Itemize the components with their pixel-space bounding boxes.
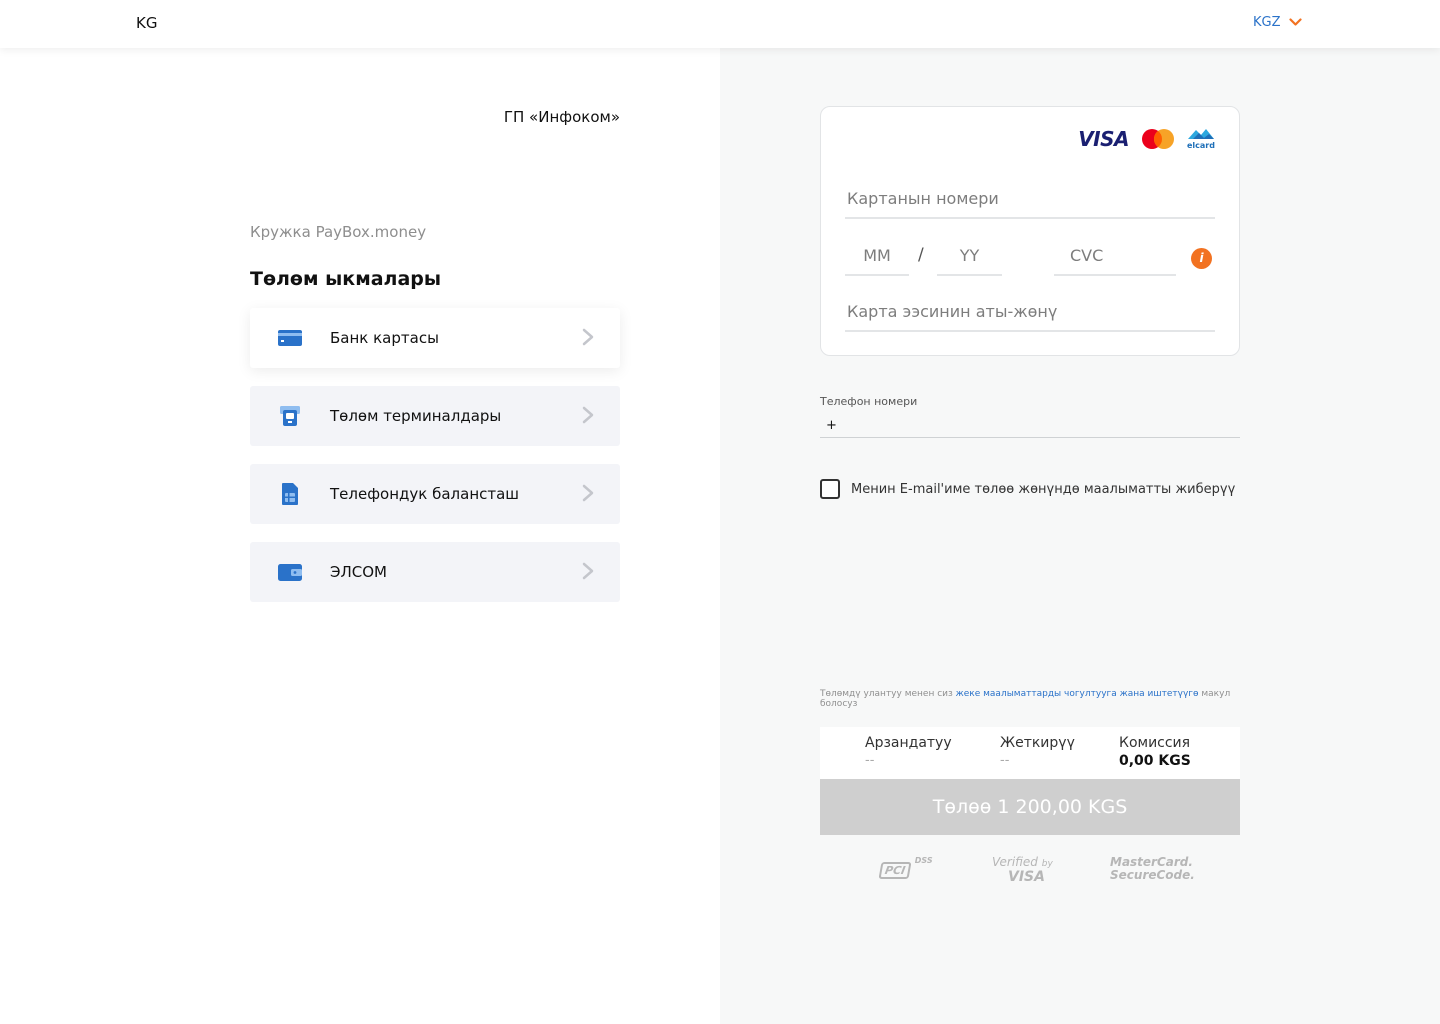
order-summary: Арзандатуу -- Жеткирүү -- Комиссия 0,00 … [820,727,1240,779]
left-panel: ГП «Инфоком» Кружка PayBox.money Төлөм ы… [0,48,720,1024]
method-phone-balance[interactable]: Телефондук балансташ [250,464,620,524]
delivery-column: Жеткирүү -- [1000,735,1075,768]
info-icon[interactable]: i [1191,248,1212,269]
chevron-right-icon [582,328,594,346]
payment-terminal-icon [276,404,304,428]
expiry-month-input[interactable] [845,244,909,276]
method-elsom[interactable]: ЭЛСОМ [250,542,620,602]
commission-value: 0,00 KGS [1119,753,1191,769]
top-header: KG KGZ [0,0,1440,48]
consent-text: Төлөмдү улантуу менен сиз жеке маалыматт… [820,689,1231,709]
discount-value: -- [865,753,875,768]
privacy-link[interactable]: жеке маалыматтарды чогултууга жана иштет… [956,689,1199,699]
chevron-down-icon [1288,18,1302,26]
card-number-input[interactable] [845,187,1215,219]
phone-input[interactable] [820,414,1240,438]
chevron-right-icon [582,562,594,580]
commission-column: Комиссия 0,00 KGS [1119,735,1191,769]
expiry-year-input[interactable] [937,244,1002,276]
visa-logo: VISA [1078,127,1129,151]
method-bank-card[interactable]: Банк картасы [250,308,620,368]
method-payment-terminals[interactable]: Төлөм терминалдары [250,386,620,446]
language-selector[interactable]: KGZ [1253,15,1302,30]
method-label: Телефондук балансташ [330,485,520,503]
chevron-right-icon [582,484,594,502]
delivery-label: Жеткирүү [1000,735,1075,751]
card-form: VISA elcard / i [820,106,1240,356]
country-logo: KG [136,14,158,32]
sim-card-icon [276,482,304,506]
phone-label: Телефон номери [820,395,918,408]
language-label: KGZ [1253,15,1281,30]
method-label: ЭЛСОМ [330,563,387,581]
commission-label: Комиссия [1119,735,1191,751]
mastercard-securecode-badge: MasterCard. SecureCode. [1110,855,1195,882]
elcard-logo: elcard [1187,128,1215,150]
email-checkbox[interactable] [820,479,840,499]
discount-label: Арзандатуу [865,735,952,751]
order-title: Кружка PayBox.money [250,223,427,241]
email-receipt-option[interactable]: Менин E-mail'име төлөө жөнүндө маалыматт… [820,479,1235,499]
payment-methods-title: Төлөм ыкмалары [250,268,442,290]
method-label: Банк картасы [330,329,439,347]
email-checkbox-label: Менин E-mail'име төлөө жөнүндө маалыматт… [851,481,1236,497]
merchant-name: ГП «Инфоком» [503,108,620,126]
right-panel: VISA elcard / i Телефон номери Менин [720,48,1440,1024]
wallet-icon [276,560,304,584]
mastercard-icon [1142,129,1174,149]
pci-dss-badge: PCI DSS [878,856,933,879]
card-brands: VISA elcard [1078,127,1215,151]
cvc-input[interactable] [1054,244,1176,276]
verified-by-visa-badge: Verified by VISA [992,855,1053,885]
discount-column: Арзандатуу -- [865,735,952,768]
delivery-value: -- [1000,753,1010,768]
chevron-right-icon [582,406,594,424]
cardholder-name-input[interactable] [845,300,1215,332]
pay-button[interactable]: Төлөө 1 200,00 KGS [820,779,1240,835]
date-separator: / [918,245,924,265]
bank-card-icon [276,326,304,350]
mountain-icon [1188,129,1214,139]
method-label: Төлөм терминалдары [330,407,502,425]
